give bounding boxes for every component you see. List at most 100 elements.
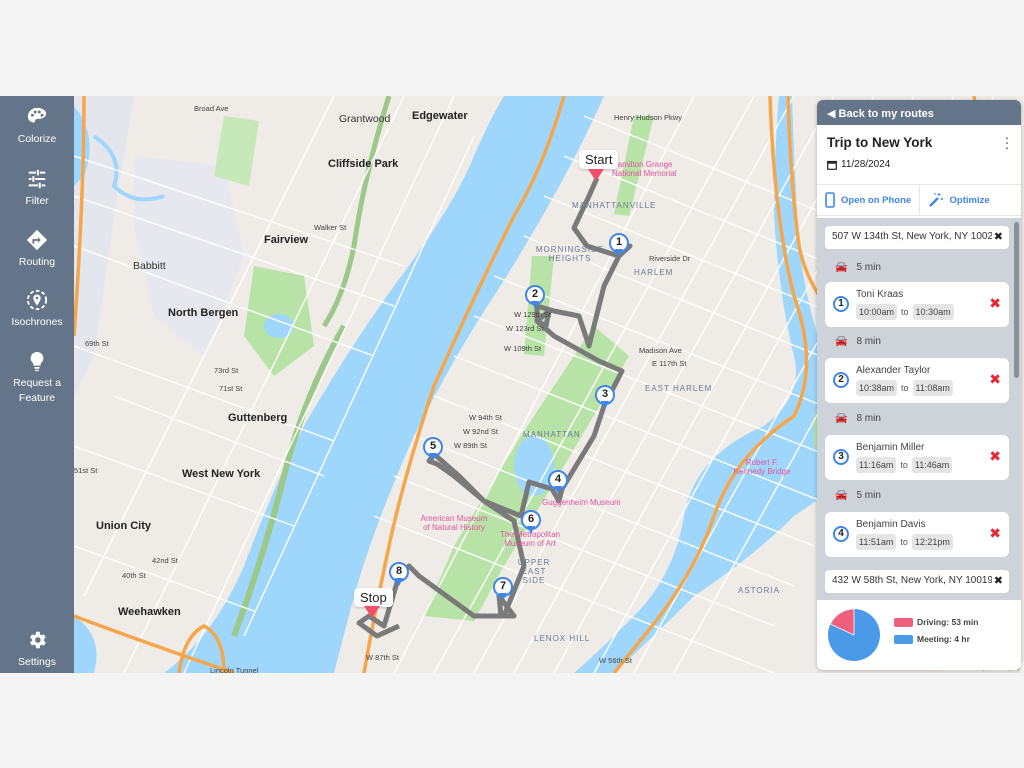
route-pin-2[interactable]: 2 (525, 285, 545, 309)
map-label-neighborhood: UPPER EAST SIDE (517, 558, 551, 585)
clear-start-address-icon[interactable]: ✖ (991, 230, 1003, 243)
delete-stop-icon[interactable]: ✖ (989, 525, 1001, 542)
start-address-field[interactable]: 507 W 134th St, New York, NY 10027 ✖ (825, 226, 1009, 249)
sidebar-item-label-line2: Feature (18, 392, 56, 404)
map-street-label: 69th St (85, 339, 109, 348)
map-poi[interactable]: American Museum of Natural History (418, 514, 490, 532)
stop-name: Benjamin Miller (856, 442, 925, 453)
stops-scrollbar[interactable] (1014, 222, 1019, 378)
stop-flag-label: Stop (354, 588, 393, 607)
trip-actions: Open on Phone Optimize (817, 185, 1021, 216)
stop-card[interactable]: 1 Toni Kraas 10:00am to 10:30am ✖ (825, 282, 1009, 327)
start-flag-label: Start (579, 150, 619, 169)
sidebar-item-routing[interactable]: Routing (0, 229, 74, 270)
back-to-routes-button[interactable]: ◀ Back to my routes (817, 100, 1021, 125)
lightbulb-icon (30, 351, 44, 372)
stop-card[interactable]: 4 Benjamin Davis 11:51am to 12:21pm ✖ (825, 512, 1009, 557)
palette-icon (27, 107, 47, 123)
stop-number-badge: 4 (833, 526, 849, 542)
legend-swatch-meeting (894, 634, 913, 644)
map-label-city: North Bergen (168, 307, 239, 319)
sidebar-item-label: Filter (25, 195, 49, 207)
map-label-city: Union City (96, 520, 151, 532)
more-options-icon[interactable]: · · · (1003, 130, 1011, 154)
optimize-button[interactable]: Optimize (918, 185, 1022, 215)
stop-end-time[interactable]: 11:08am (912, 380, 953, 396)
sidebar-item-request-feature[interactable]: Request a Feature (0, 350, 74, 406)
map-label-city: Fairview (264, 234, 309, 246)
end-address-value: 432 W 58th St, New York, NY 10019 (832, 575, 994, 586)
time-pie-chart (828, 608, 880, 661)
legend-swatch-driving (894, 617, 913, 627)
route-pin-7[interactable]: 7 (493, 577, 513, 601)
stop-start-time[interactable]: 11:16am (856, 457, 897, 473)
stop-number-badge: 2 (833, 372, 849, 388)
map-label-town: Babbitt (133, 260, 166, 272)
route-pin-6[interactable]: 6 (521, 510, 541, 534)
route-pin-4[interactable]: 4 (548, 470, 568, 494)
sidebar-item-filter[interactable]: Filter (0, 168, 74, 209)
end-address-field[interactable]: 432 W 58th St, New York, NY 10019 ✖ (825, 570, 1009, 593)
optimize-label: Optimize (949, 194, 990, 206)
map-street-label: W 89th St (454, 441, 487, 450)
delete-stop-icon[interactable]: ✖ (989, 295, 1001, 312)
trip-date[interactable]: 11/28/2024 (827, 159, 1011, 170)
map-street-label: 71st St (219, 384, 243, 393)
sliders-icon (28, 169, 46, 189)
sidebar-item-label: Settings (18, 656, 56, 668)
route-pin-8[interactable]: 8 (389, 562, 409, 586)
sidebar-item-settings[interactable]: Settings (0, 629, 74, 670)
stop-end-time[interactable]: 11:46am (911, 457, 953, 473)
drive-time: 🚘 8 min (835, 336, 881, 347)
map-label-neighborhood: LENOX HILL (534, 634, 591, 643)
sidebar-item-isochrones[interactable]: Isochrones (0, 289, 74, 330)
stop-end-time[interactable]: 12:21pm (911, 534, 953, 550)
route-pin-5[interactable]: 5 (423, 437, 443, 461)
drive-time: 🚘 5 min (835, 490, 881, 501)
delete-stop-icon[interactable]: ✖ (989, 448, 1001, 465)
map-street-label: Henry Hudson Pkwy (614, 113, 682, 122)
open-on-phone-label: Open on Phone (841, 194, 912, 206)
stop-name: Benjamin Davis (856, 519, 926, 530)
drive-time: 🚘 8 min (835, 413, 881, 424)
stop-start-time[interactable]: 11:51am (856, 534, 897, 550)
trip-title: Trip to New York (827, 135, 933, 150)
clear-end-address-icon[interactable]: ✖ (991, 574, 1003, 587)
stop-end-time[interactable]: 10:30am (912, 304, 954, 320)
open-on-phone-button[interactable]: Open on Phone (817, 185, 919, 215)
stop-card[interactable]: 2 Alexander Taylor 10:38am to 11:08am ✖ (825, 358, 1009, 403)
stop-start-time[interactable]: 10:00am (856, 304, 898, 320)
sidebar-item-label: Routing (18, 256, 56, 268)
map-street-label: W 129th St (514, 310, 552, 319)
isochrone-icon (26, 289, 48, 311)
map-street-label: W 123rd St (506, 324, 544, 333)
stop-marker-icon[interactable] (364, 606, 380, 618)
stop-start-time[interactable]: 10:38am (856, 380, 898, 396)
start-address-value: 507 W 134th St, New York, NY 10027 (832, 231, 999, 242)
stop-card[interactable]: 3 Benjamin Miller 11:16am to 11:46am ✖ (825, 435, 1009, 480)
drive-time: 🚘 5 min (835, 262, 881, 273)
map-label-city: Guttenberg (228, 412, 288, 424)
map-poi[interactable]: Hamilton Grange National Memorial (612, 160, 682, 178)
start-marker-icon[interactable] (588, 169, 604, 181)
delete-stop-icon[interactable]: ✖ (989, 371, 1001, 388)
map-street-label: 73rd St (214, 366, 239, 375)
route-pin-3[interactable]: 3 (595, 385, 615, 409)
sidebar-item-colorize[interactable]: Colorize (0, 106, 74, 147)
map-label-neighborhood: EAST HARLEM (645, 384, 713, 393)
map-poi[interactable]: Robert F. Kennedy Bridge (732, 458, 792, 476)
map-label-neighborhood: MANHATTAN (523, 430, 581, 439)
trip-summary: Driving: 53 min Meeting: 4 hr (817, 600, 1021, 670)
map-label-town: Grantwood (339, 113, 391, 125)
map-street-label: 42nd St (152, 556, 178, 565)
stop-name: Toni Kraas (856, 289, 904, 300)
sidebar-item-label: Colorize (17, 133, 57, 145)
routing-icon (26, 229, 48, 251)
phone-icon (825, 192, 835, 208)
map-poi[interactable]: Guggenheim Museum (542, 498, 621, 507)
car-icon: 🚘 (835, 413, 848, 424)
route-pin-1[interactable]: 1 (609, 233, 629, 257)
stop-name: Alexander Taylor (856, 365, 931, 376)
left-sidebar: Colorize Filter Routing Isochrones Reque… (0, 96, 74, 673)
legend-driving: Driving: 53 min (894, 617, 978, 627)
